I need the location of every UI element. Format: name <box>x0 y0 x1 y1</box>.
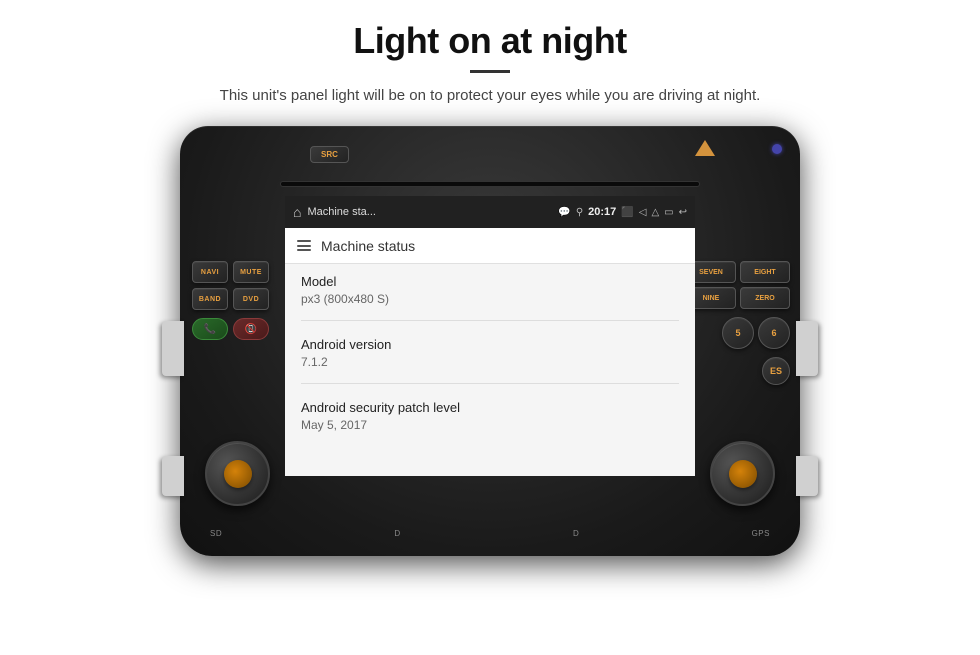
screen-icon: ▭ <box>664 207 673 218</box>
band-dvd-row: BAND DVD <box>192 288 269 310</box>
right-extra-row: ES <box>686 357 790 385</box>
app-content: Model px3 (800x480 S) Android version 7.… <box>285 264 695 472</box>
left-knob[interactable] <box>205 441 270 506</box>
cd-slot <box>280 181 700 187</box>
gps-label: GPS <box>752 529 770 538</box>
camera-icon: ⬛ <box>621 207 633 218</box>
eject-triangle-icon[interactable] <box>695 140 715 156</box>
extra-btn-1[interactable]: ES <box>762 357 790 385</box>
status-bar: ⌂ Machine sta... 💬 ⚲ 20:17 ⬛ ◁ △ ▭ ↩ <box>285 196 695 228</box>
phone-reject-icon: 📵 <box>245 324 257 335</box>
app-header: Machine status <box>285 228 695 264</box>
info-security-patch: Android security patch level May 5, 2017 <box>301 400 679 446</box>
page-title: Light on at night <box>353 20 626 62</box>
left-controls: NAVI MUTE BAND DVD 📞 📵 <box>192 261 269 340</box>
mute-button[interactable]: MUTE <box>233 261 269 283</box>
right-knob[interactable] <box>710 441 775 506</box>
d-label-left: D <box>394 529 400 538</box>
page-wrapper: Light on at night This unit's panel ligh… <box>0 0 980 655</box>
status-time: 20:17 <box>588 206 616 218</box>
src-button[interactable]: SRC <box>310 146 349 163</box>
hamburger-line-1 <box>297 240 311 242</box>
hamburger-menu[interactable] <box>297 240 311 251</box>
power-dot <box>772 144 782 154</box>
d-label-right: D <box>573 529 579 538</box>
call-reject-button[interactable]: 📵 <box>233 318 269 340</box>
hamburger-line-3 <box>297 249 311 251</box>
hamburger-line-2 <box>297 245 311 247</box>
model-value: px3 (800x480 S) <box>301 292 679 306</box>
five-button[interactable]: 5 <box>722 317 754 349</box>
bottom-labels: SD D D GPS <box>180 529 800 538</box>
info-model: Model px3 (800x480 S) <box>301 274 679 321</box>
info-android-version: Android version 7.1.2 <box>301 337 679 384</box>
side-tab-right <box>796 321 818 376</box>
title-divider <box>470 70 510 73</box>
page-subtitle: This unit's panel light will be on to pr… <box>220 87 761 104</box>
right-mid-row: NINE ZERO <box>686 287 790 309</box>
status-icons: 💬 ⚲ 20:17 ⬛ ◁ △ ▭ ↩ <box>558 206 687 218</box>
sd-label: SD <box>210 529 222 538</box>
media-icon: △ <box>651 207 659 218</box>
six-button[interactable]: 6 <box>758 317 790 349</box>
eight-button[interactable]: EIGHT <box>740 261 790 283</box>
android-screen: ⌂ Machine sta... 💬 ⚲ 20:17 ⬛ ◁ △ ▭ ↩ <box>285 196 695 476</box>
phone-accept-icon: 📞 <box>204 324 216 335</box>
side-tab-left <box>162 321 184 376</box>
navi-mute-row: NAVI MUTE <box>192 261 269 283</box>
location-icon: ⚲ <box>576 207 583 218</box>
message-icon: 💬 <box>558 207 570 218</box>
security-patch-value: May 5, 2017 <box>301 418 679 432</box>
dvd-button[interactable]: DVD <box>233 288 269 310</box>
side-tab-right-bottom <box>796 456 818 496</box>
status-app-name: Machine sta... <box>307 206 552 218</box>
zero-button[interactable]: ZERO <box>740 287 790 309</box>
security-patch-label: Android security patch level <box>301 400 679 415</box>
volume-icon: ◁ <box>639 207 647 218</box>
call-accept-button[interactable]: 📞 <box>192 318 228 340</box>
side-tab-left-bottom <box>162 456 184 496</box>
model-label: Model <box>301 274 679 289</box>
android-version-value: 7.1.2 <box>301 355 679 369</box>
right-controls: SEVEN EIGHT NINE ZERO 5 6 ES <box>686 261 790 385</box>
right-bottom-row: 5 6 <box>686 317 790 349</box>
navi-button[interactable]: NAVI <box>192 261 228 283</box>
phone-buttons: 📞 📵 <box>192 318 269 340</box>
right-top-row: SEVEN EIGHT <box>686 261 790 283</box>
band-button[interactable]: BAND <box>192 288 228 310</box>
android-version-label: Android version <box>301 337 679 352</box>
app-header-title: Machine status <box>321 238 415 254</box>
back-icon[interactable]: ↩ <box>679 207 687 218</box>
car-unit: SRC NAVI MUTE BAND DVD 📞 📵 <box>180 126 800 556</box>
home-icon[interactable]: ⌂ <box>293 204 301 220</box>
